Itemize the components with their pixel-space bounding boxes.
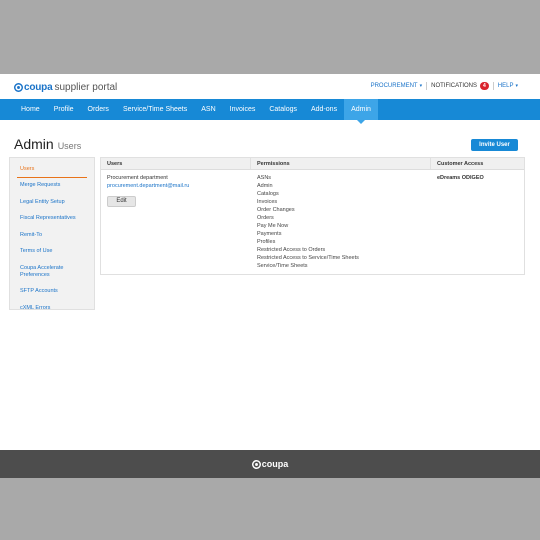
admin-sidebar: Users Merge Requests Legal Entity Setup … [9,157,95,311]
footer-logo: coupa [251,459,289,469]
sidebar-item-merge-requests[interactable]: Merge Requests [17,178,87,194]
procurement-label: PROCUREMENT [370,83,418,89]
sidebar-item-coupa-accelerate-preferences[interactable]: Coupa Accelerate Preferences [17,261,87,285]
sidebar-item-cxml-errors[interactable]: cXML Errors [17,301,87,317]
coupa-logo-icon [14,82,23,92]
sidebar-item-legal-entity-setup[interactable]: Legal Entity Setup [17,195,87,211]
permission-item: Catalogs [257,190,279,197]
permission-item: Payments [257,230,282,237]
sidebar-item-fiscal-representatives[interactable]: Fiscal Representatives [17,211,87,227]
nav-invoices[interactable]: Invoices [223,99,263,120]
permission-item: Restricted Access to Service/Time Sheets [257,254,359,261]
permission-item: Restricted Access to Orders [257,246,326,253]
coupa-logo-icon [251,459,261,469]
footer: coupa [0,450,540,478]
user-email-link[interactable]: procurement.department@mail.ru [107,183,245,191]
permission-item: Admin [257,182,273,189]
nav-admin[interactable]: Admin [344,99,378,124]
notifications-menu[interactable]: NOTIFICATIONS 4 [427,82,493,90]
top-bar: coupa supplier portal PROCUREMENT ▾ NOTI… [0,74,540,99]
page: coupa supplier portal PROCUREMENT ▾ NOTI… [0,74,540,450]
permission-item: Service/Time Sheets [257,262,308,269]
edit-user-button[interactable]: Edit [107,195,136,207]
permissions-cell: ASNs Admin Catalogs Invoices Order Chang… [251,170,431,276]
column-header-users[interactable]: Users [101,158,251,169]
sidebar-item-terms-of-use[interactable]: Terms of Use [17,244,87,260]
customer-access-value: eDreams ODIGEO [437,175,484,181]
help-menu[interactable]: HELP ▾ [494,83,522,89]
column-header-customer-access[interactable]: Customer Access [431,158,524,169]
chevron-down-icon: ▾ [419,83,423,89]
sidebar-item-sftp-accounts[interactable]: SFTP Accounts [17,284,87,300]
nav-service-time-sheets[interactable]: Service/Time Sheets [116,99,194,120]
nav-asn[interactable]: ASN [194,99,222,120]
user-name: Procurement department [107,175,168,181]
table-header: Users Permissions Customer Access [101,158,524,170]
sidebar-item-users[interactable]: Users [17,162,87,179]
permission-item: Invoices [257,198,278,205]
users-table: Users Permissions Customer Access Procur… [100,157,525,275]
permission-item: Pay Me Now [257,222,289,229]
brand-name: coupa [24,81,53,93]
page-title: Admin Users [14,136,81,152]
nav-catalogs[interactable]: Catalogs [262,99,304,120]
main-nav: Home Profile Orders Service/Time Sheets … [0,99,540,124]
user-cell: Procurement department procurement.depar… [101,170,251,276]
nav-orders[interactable]: Orders [81,99,116,120]
help-label: HELP [497,83,514,89]
invite-user-button[interactable]: Invite User [471,139,518,151]
permission-item: Order Changes [257,206,295,213]
notifications-label: NOTIFICATIONS [431,83,478,89]
column-header-permissions[interactable]: Permissions [251,158,431,169]
nav-profile[interactable]: Profile [47,99,81,120]
permission-item: ASNs [257,175,272,181]
coupa-logo[interactable]: coupa supplier portal [14,81,117,93]
permission-item: Orders [257,214,274,221]
table-row: Procurement department procurement.depar… [101,170,524,276]
permission-item: Profiles [257,238,276,245]
notification-count-badge: 4 [480,82,489,90]
sidebar-item-remit-to[interactable]: Remit-To [17,228,87,244]
customer-access-cell: eDreams ODIGEO [431,170,524,276]
nav-home[interactable]: Home [14,99,47,120]
top-nav: PROCUREMENT ▾ NOTIFICATIONS 4 HELP ▾ [367,82,522,90]
nav-add-ons[interactable]: Add-ons [304,99,344,120]
chevron-down-icon: ▾ [515,83,518,89]
page-title-text: Admin [14,136,54,152]
page-subtitle: Users [57,141,82,151]
procurement-menu[interactable]: PROCUREMENT ▾ [367,83,427,89]
footer-brand: coupa [261,459,289,469]
brand-subtitle: supplier portal [54,81,118,93]
